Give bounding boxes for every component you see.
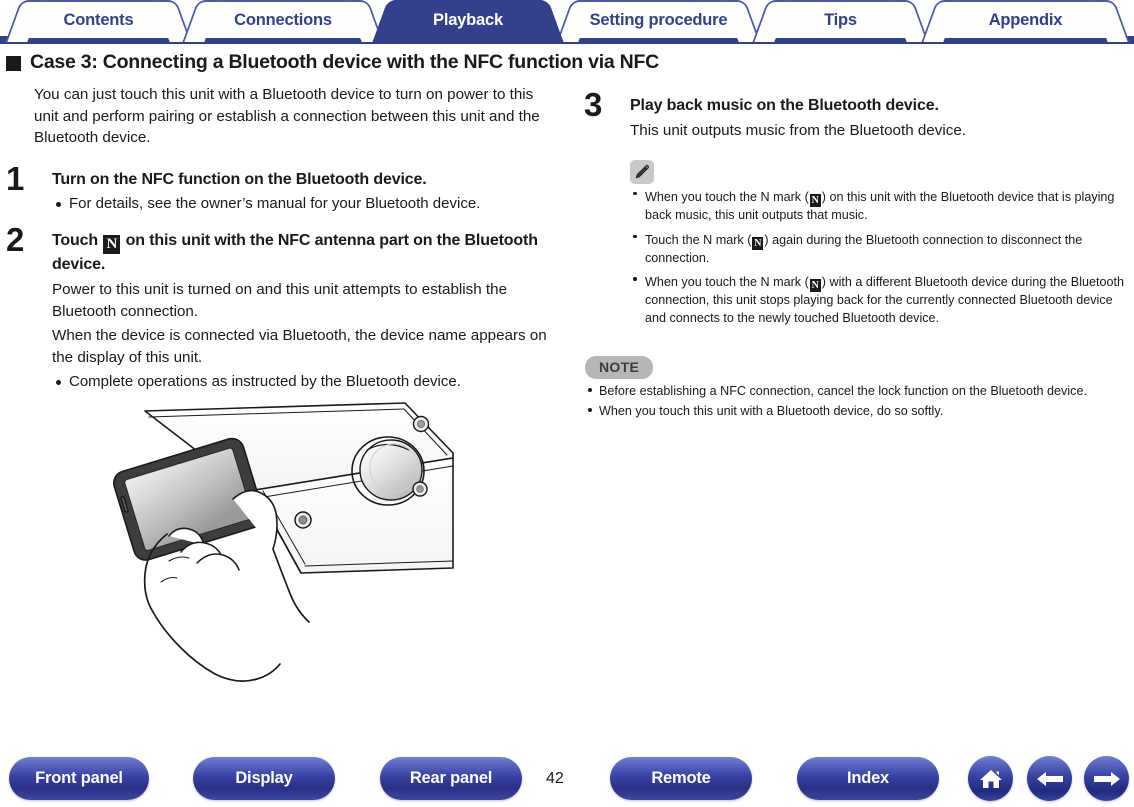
step-3-paragraph: This unit outputs music from the Bluetoo… [630,122,966,140]
nfc-n-mark-icon: N [752,236,764,250]
step-1: 1 Turn on the NFC function on the Blueto… [0,162,560,214]
right-column: 3 Play back music on the Bluetooth devic… [575,88,1134,423]
display-button[interactable]: Display [193,757,335,800]
step-2-bullets: Complete operations as instructed by the… [52,371,560,392]
left-column: You can just touch this unit with a Blue… [0,84,560,392]
page-title: Case 3: Connecting a Bluetooth device wi… [6,51,659,74]
list-item: When you touch the N mark (N) with a dif… [630,274,1134,328]
nfc-n-mark-icon: N [809,193,821,207]
pencil-icon [630,159,654,184]
tip-bullet-list: When you touch the N mark (N) on this un… [630,189,1134,329]
list-item: Before establishing a NFC connection, ca… [585,382,1134,400]
step-2-title: Touch N on this unit with the NFC antenn… [52,230,560,276]
arrow-right-icon[interactable] [1084,756,1129,801]
note-bullet-list: Before establishing a NFC connection, ca… [585,382,1134,421]
list-item: Touch the N mark (N) again during the Bl… [630,232,1134,268]
nfc-n-mark-icon: N [103,235,121,255]
illustration-hand-phone-unit [105,398,455,713]
tab-connections[interactable]: Connections [203,0,363,38]
intro-paragraph: You can just touch this unit with a Blue… [34,86,540,147]
home-icon[interactable] [968,756,1013,801]
step-2-title-pre: Touch [52,232,99,250]
index-button[interactable]: Index [797,757,939,800]
step-1-bullets: For details, see the owner’s manual for … [52,193,560,214]
step-3-number: 3 [584,86,603,123]
rear-panel-button[interactable]: Rear panel [380,757,522,800]
note-block: NOTE Before establishing a NFC connectio… [585,356,1134,421]
arrow-left-icon[interactable] [1027,756,1072,801]
list-item: For details, see the owner’s manual for … [52,193,560,214]
tab-contents[interactable]: Contents [26,0,171,38]
list-item: When you touch the N mark (N) on this un… [630,189,1134,225]
tab-setting-procedure[interactable]: Setting procedure [577,0,740,38]
list-item: When you touch this unit with a Bluetoot… [585,402,1134,420]
nfc-n-mark-icon: N [809,279,821,293]
tab-appendix[interactable]: Appendix [942,0,1109,38]
step-2-title-post: on this unit with the NFC antenna part o… [52,232,538,274]
step-3-title: Play back music on the Bluetooth device. [630,97,939,114]
tab-tips[interactable]: Tips [773,0,908,38]
step-2-number: 2 [6,221,25,259]
top-tab-bar: Contents Connections Playback Setting pr… [0,0,1134,44]
note-badge: NOTE [585,356,654,380]
step-1-number: 1 [6,159,25,197]
step-1-title: Turn on the NFC function on the Bluetoot… [52,170,427,188]
page-number: 42 [546,770,564,787]
remote-button[interactable]: Remote [610,757,752,800]
step-2-paragraph-2: When the device is connected via Bluetoo… [52,327,547,366]
front-panel-button[interactable]: Front panel [9,757,149,800]
step-3: 3 Play back music on the Bluetooth devic… [575,88,1134,142]
footer-nav: Front panel Display Rear panel 42 Remote… [0,752,1134,807]
tab-playback[interactable]: Playback [393,0,543,38]
list-item: Complete operations as instructed by the… [52,371,560,392]
step-2-paragraph-1: Power to this unit is turned on and this… [52,281,508,320]
step-2: 2 Touch N on this unit with the NFC ante… [0,223,560,392]
square-bullet-icon [6,56,21,71]
